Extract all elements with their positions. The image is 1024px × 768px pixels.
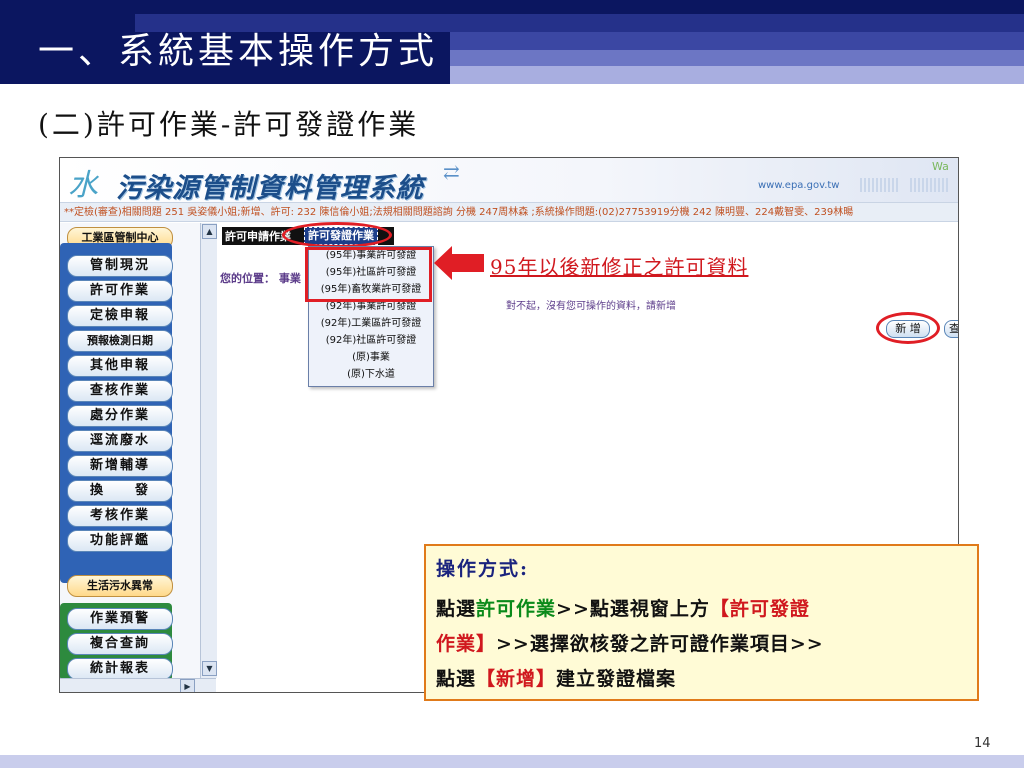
instruction-text: >>點選視窗上方: [556, 598, 710, 620]
arrow-swap-icon: ⇄: [443, 160, 460, 184]
site-url[interactable]: www.epa.gov.tw: [758, 180, 840, 191]
sidebar-scrollbar[interactable]: ▲ ▼: [200, 223, 217, 678]
sidebar-item[interactable]: 統計報表: [67, 658, 173, 680]
sidebar-item[interactable]: 複合查詢: [67, 633, 173, 655]
sidebar-item[interactable]: 逕流廢水: [67, 430, 173, 452]
instruction-line: 點選【新增】建立發證檔案: [436, 664, 676, 691]
dropdown-item[interactable]: (原)事業: [309, 349, 433, 366]
empty-message: 對不起，沒有您可操作的資料，請新增: [506, 301, 676, 312]
site-tag: Wa: [932, 160, 949, 173]
instruction-line: 作業】>>選擇欲核發之許可證作業項目>>: [436, 629, 824, 656]
title-decor-band: [450, 66, 1024, 84]
instruction-box: 操作方式: 點選許可作業>>點選視窗上方【許可發證 作業】>>選擇欲核發之許可證…: [424, 544, 979, 701]
sidebar-item[interactable]: 預報檢測日期: [67, 330, 173, 352]
sidebar-hscrollbar[interactable]: ▶: [60, 678, 216, 692]
footer-bar: [0, 755, 1024, 768]
scroll-up-icon[interactable]: ▲: [202, 224, 217, 239]
sidebar-item[interactable]: 其他申報: [67, 355, 173, 377]
app-banner: 水 污染源管制資料管理系統 ⇄ www.epa.gov.tw Wa: [60, 158, 958, 204]
sidebar-item[interactable]: 定檢申報: [67, 305, 173, 327]
sidebar-item[interactable]: 查核作業: [67, 380, 173, 402]
sidebar-item[interactable]: 許可作業: [67, 280, 173, 302]
query-button[interactable]: 查: [944, 320, 958, 338]
highlight-box: [305, 247, 432, 302]
tab-permit-apply[interactable]: 許可申請作業: [225, 228, 291, 244]
slide-title-bar: 一、系統基本操作方式: [0, 0, 1024, 84]
slide-subtitle: (二)許可作業-許可發證作業: [38, 108, 420, 141]
sidebar-item[interactable]: 功能評鑑: [67, 530, 173, 552]
instruction-highlight: 【新增】: [476, 668, 557, 690]
notice-marquee: **定檢(審查)相關問題 251 吳姿儀小姐;新增、許可: 232 陳信倫小姐;…: [60, 202, 958, 222]
sidebar-item[interactable]: 處分作業: [67, 405, 173, 427]
logo-water-icon: 水: [68, 168, 98, 203]
breadcrumb: 您的位置： 事業: [220, 272, 301, 285]
decor-dots: [910, 178, 950, 192]
instruction-highlight: 許可作業: [476, 598, 557, 620]
instruction-line: 點選許可作業>>點選視窗上方【許可發證: [436, 594, 810, 621]
instruction-text: >>選擇欲核發之許可證作業項目>>: [496, 633, 824, 655]
instruction-text: 點選: [436, 668, 477, 690]
slide-title: 一、系統基本操作方式: [38, 31, 439, 72]
instruction-highlight: 【許可發證: [709, 598, 810, 620]
title-decor-band: [450, 32, 1024, 50]
callout-label: 95年以後新修正之許可資料: [490, 255, 749, 279]
highlight-circle: [282, 222, 392, 248]
dropdown-item[interactable]: (92年)工業區許可發證: [309, 315, 433, 332]
sidebar-item[interactable]: 管制現況: [67, 255, 173, 277]
sidebar-item[interactable]: 換 發: [67, 480, 173, 502]
scroll-down-icon[interactable]: ▼: [202, 661, 217, 676]
sidebar: 工業區管制中心 管制現況 許可作業 定檢申報 預報檢測日期 其他申報 查核作業 …: [60, 223, 200, 692]
decor-dots: [860, 178, 900, 192]
dropdown-item[interactable]: (92年)社區許可發證: [309, 332, 433, 349]
callout-arrow-icon: [434, 246, 484, 280]
page-number: 14: [974, 736, 991, 751]
sidebar-item[interactable]: 新增輔導: [67, 455, 173, 477]
instruction-highlight: 作業】: [436, 633, 497, 655]
instruction-title: 操作方式:: [436, 558, 530, 580]
instruction-text: 點選: [436, 598, 477, 620]
sidebar-item[interactable]: 考核作業: [67, 505, 173, 527]
scroll-right-icon[interactable]: ▶: [180, 679, 195, 692]
instruction-text: 建立發證檔案: [556, 668, 677, 690]
sidebar-header-domestic-sewage[interactable]: 生活污水異常: [67, 575, 173, 597]
dropdown-item[interactable]: (原)下水道: [309, 366, 433, 383]
sidebar-item[interactable]: 作業預警: [67, 608, 173, 630]
highlight-circle: [876, 312, 940, 344]
title-decor-band: [450, 50, 1024, 66]
app-logo-title: 污染源管制資料管理系統: [116, 173, 424, 204]
